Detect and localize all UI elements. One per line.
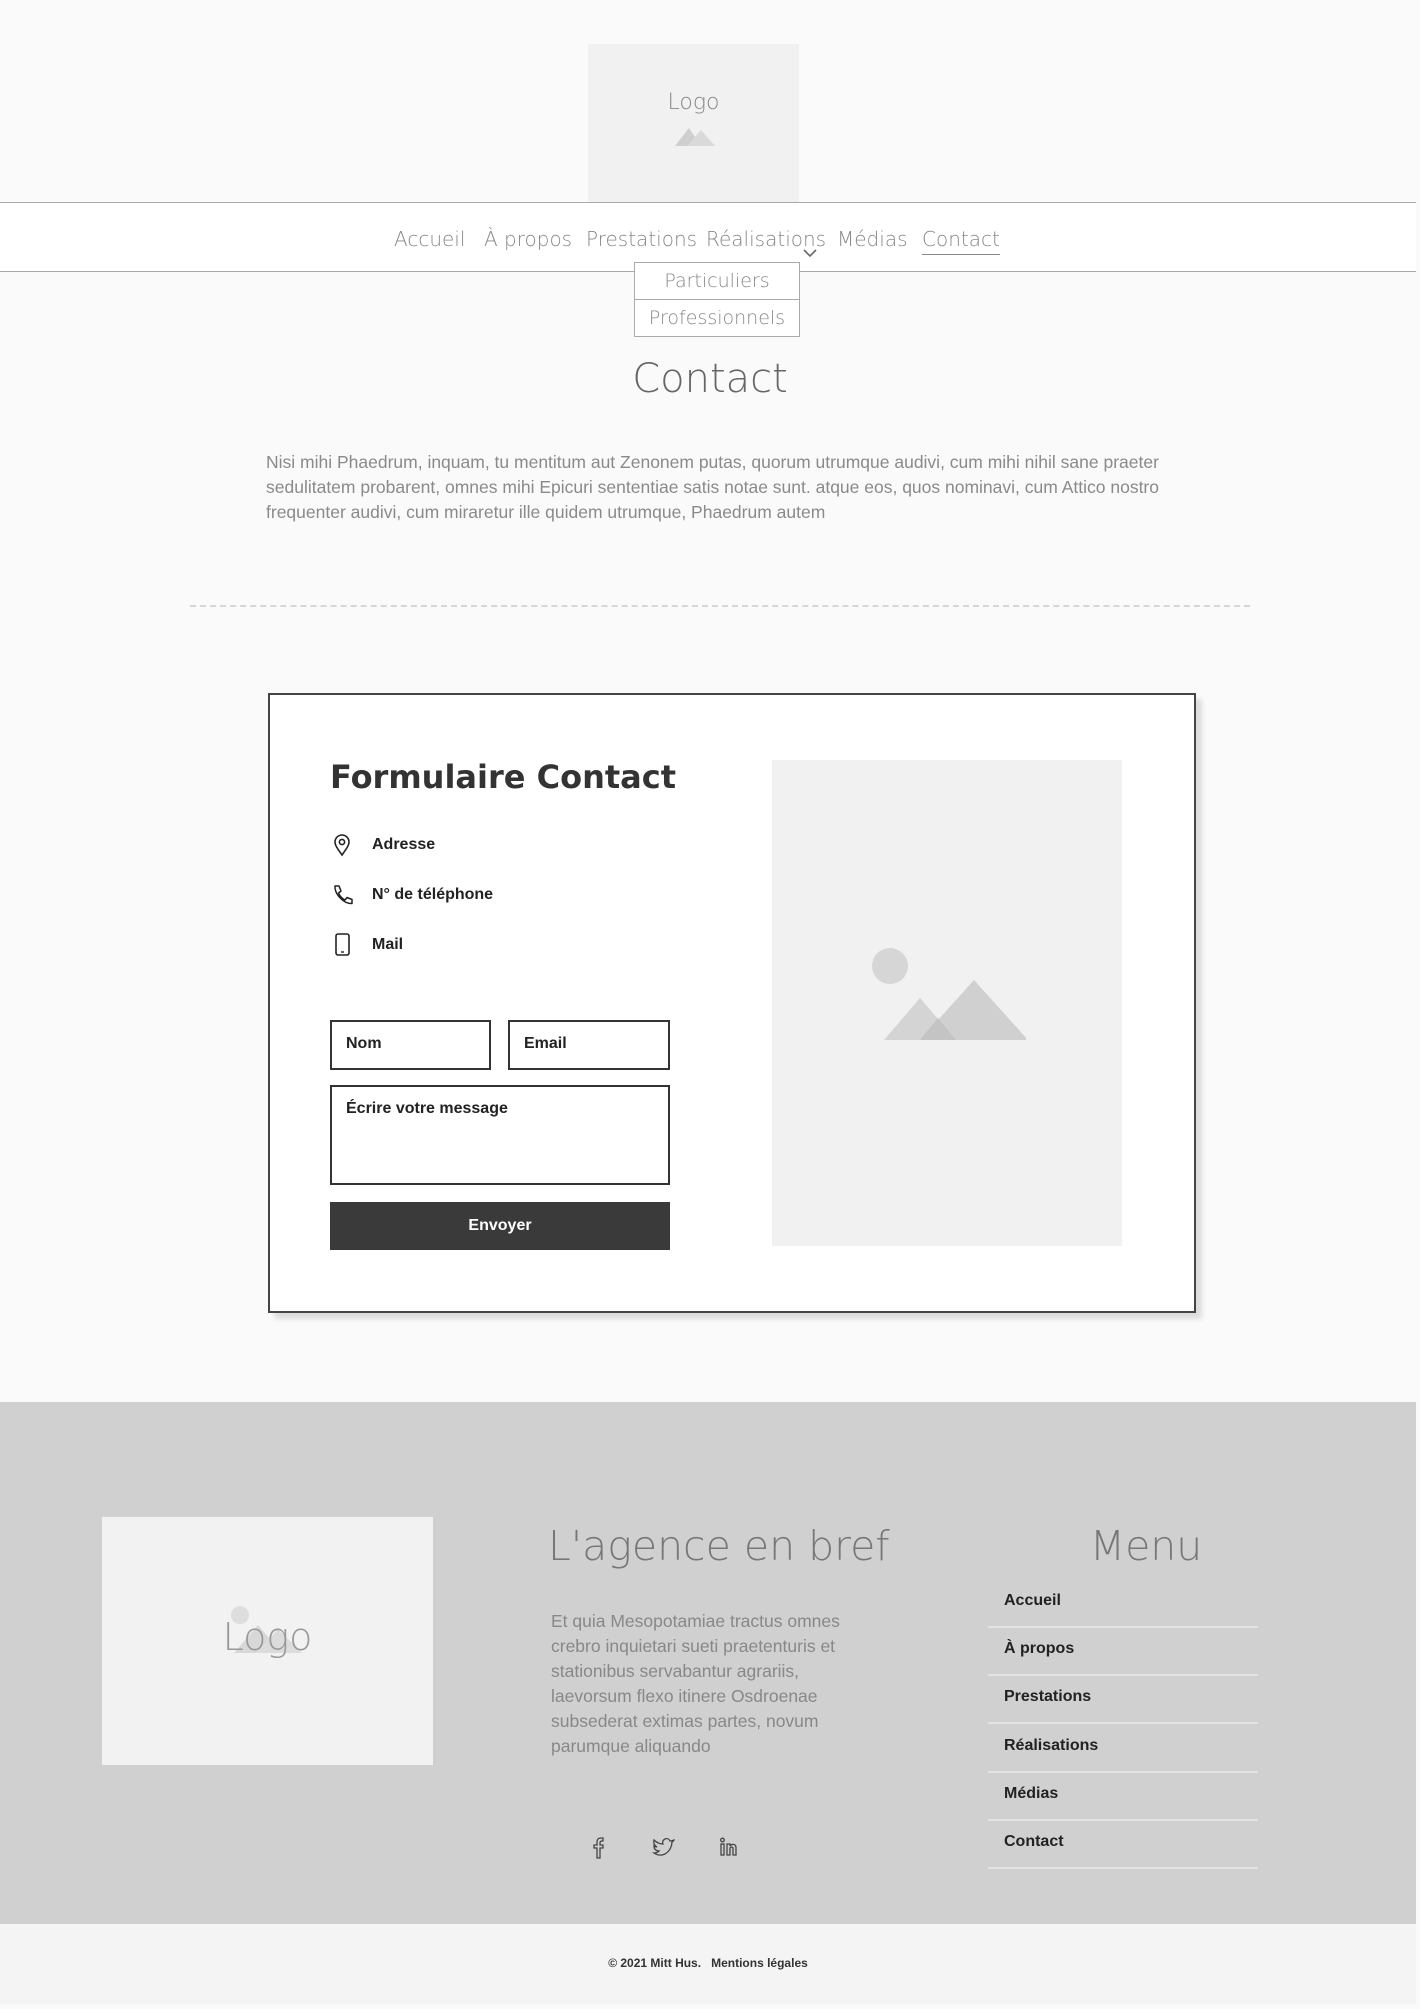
footer-logo-text: Logo xyxy=(222,1615,313,1659)
form-title: Formulaire Contact xyxy=(330,758,677,796)
name-field[interactable]: Nom xyxy=(330,1020,491,1070)
logo-text: Logo xyxy=(667,90,720,115)
location-pin-icon xyxy=(334,834,350,857)
nav-item-contact[interactable]: Contact xyxy=(922,227,1000,255)
footer-menu-item-medias[interactable]: Médias xyxy=(988,1773,1258,1821)
footer-logo[interactable]: Logo xyxy=(102,1517,433,1765)
message-field[interactable]: Écrire votre message xyxy=(330,1085,670,1185)
section-divider xyxy=(190,605,1250,607)
name-placeholder: Nom xyxy=(346,1035,382,1052)
contact-image-placeholder xyxy=(772,760,1122,1246)
nav-item-accueil[interactable]: Accueil xyxy=(394,227,465,251)
phone-icon xyxy=(334,885,353,905)
chevron-down-icon[interactable] xyxy=(802,248,818,258)
intro-text: Nisi mihi Phaedrum, inquam, tu mentitum … xyxy=(266,452,1159,522)
facebook-icon[interactable] xyxy=(590,1836,608,1865)
footer-menu-item-accueil[interactable]: Accueil xyxy=(988,1580,1258,1628)
twitter-icon[interactable] xyxy=(651,1836,676,1863)
dropdown-item-professionnels[interactable]: Professionnels xyxy=(634,299,800,337)
footer-menu-title: Menu xyxy=(1089,1522,1203,1570)
send-button[interactable]: Envoyer xyxy=(330,1202,670,1250)
info-phone: N° de téléphone xyxy=(372,886,494,903)
linkedin-icon[interactable] xyxy=(718,1836,740,1863)
nav-item-prestations[interactable]: Prestations xyxy=(586,227,697,251)
image-placeholder-icon xyxy=(872,948,1026,1040)
copyright-text: © 2021 Mitt Hus. xyxy=(608,1956,702,1970)
about-text: Et quia Mesopotamiae tractus omnes crebr… xyxy=(551,1611,840,1756)
footer-menu-item-contact[interactable]: Contact xyxy=(988,1821,1258,1869)
image-placeholder-icon xyxy=(675,128,715,146)
footer-menu-item-realisations[interactable]: Réalisations xyxy=(988,1725,1258,1773)
info-address: Adresse xyxy=(372,836,436,853)
page-title: Contact xyxy=(632,356,788,402)
email-field[interactable]: Email xyxy=(508,1020,670,1070)
footer-menu-item-prestations[interactable]: Prestations xyxy=(988,1676,1258,1724)
message-placeholder: Écrire votre message xyxy=(346,1100,508,1117)
legal-notice-link[interactable]: Mentions légales xyxy=(711,1956,808,1970)
header-logo[interactable]: Logo xyxy=(588,44,799,202)
mobile-icon xyxy=(335,933,350,956)
copyright: © 2021 Mitt Hus. Mentions légales xyxy=(0,1956,1416,1970)
info-mail: Mail xyxy=(372,936,404,953)
nav-item-a-propos[interactable]: À propos xyxy=(484,227,572,251)
footer-menu-item-a-propos[interactable]: À propos xyxy=(988,1628,1258,1676)
about-title: L'agence en bref xyxy=(548,1522,890,1570)
dropdown-item-particuliers[interactable]: Particuliers xyxy=(634,262,800,300)
nav-item-medias[interactable]: Médias xyxy=(837,227,908,251)
email-placeholder: Email xyxy=(524,1035,567,1052)
